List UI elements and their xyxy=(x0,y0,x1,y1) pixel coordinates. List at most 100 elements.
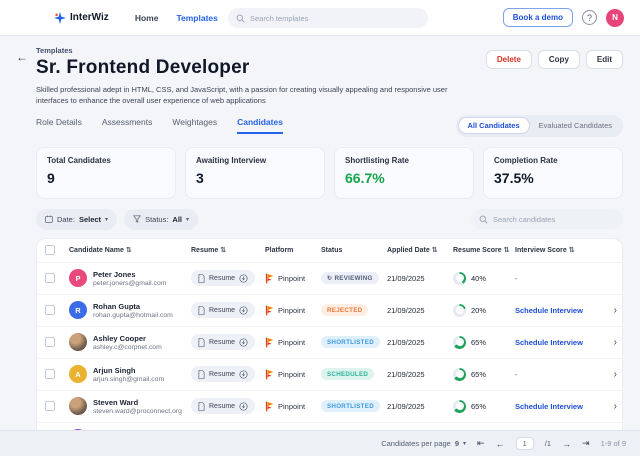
edit-button[interactable]: Edit xyxy=(585,50,623,69)
resume-score-cell: 65% xyxy=(453,399,515,413)
resume-chip[interactable]: Resume xyxy=(191,334,256,351)
col-applied-date[interactable]: Applied Date ⇅ xyxy=(387,246,453,254)
document-icon xyxy=(198,337,205,347)
next-page-icon[interactable]: → xyxy=(562,439,571,449)
table-row[interactable]: Ashley Cooper ashley.c@corpnet.com Resum… xyxy=(37,327,622,359)
date-filter-label: Date: xyxy=(57,214,75,224)
row-checkbox[interactable] xyxy=(45,401,55,412)
date-filter-value: Select xyxy=(78,214,102,224)
pinpoint-logo-icon xyxy=(265,401,274,412)
tab-candidates[interactable]: Candidates xyxy=(237,117,283,135)
resume-chip[interactable]: Resume xyxy=(191,270,256,287)
row-checkbox[interactable] xyxy=(45,337,55,348)
stat-total-candidates: Total Candidates 9 xyxy=(36,146,176,199)
date-filter-chip[interactable]: Date: Select ▾ xyxy=(36,208,118,230)
page-header: Templates Sr. Frontend Developer Skilled… xyxy=(0,36,640,107)
sparkle-logo-icon xyxy=(54,11,66,24)
stat-value: 66.7% xyxy=(345,169,385,186)
platform-cell: Pinpoint xyxy=(265,337,321,348)
download-icon[interactable] xyxy=(239,402,248,411)
col-resume-score[interactable]: Resume Score ⇅ xyxy=(453,246,515,254)
status-filter-chip[interactable]: Status: All ▾ xyxy=(124,208,199,230)
pagination-range: 1-9 of 9 xyxy=(600,439,626,448)
row-chevron-icon[interactable]: › xyxy=(603,305,617,316)
candidate-name: Ashley Cooper xyxy=(93,333,146,343)
table-row[interactable]: P Peter Jones peter.joners@gmail.com Res… xyxy=(37,263,622,295)
resume-score-donut xyxy=(453,367,466,381)
resume-score-cell: 40% xyxy=(453,271,515,285)
table-row[interactable]: A Arjun Singh arjun.singh@gmail.com Resu… xyxy=(37,359,622,391)
row-checkbox[interactable] xyxy=(45,273,55,284)
platform-label: Pinpoint xyxy=(278,305,306,315)
current-page-box[interactable]: 1 xyxy=(515,437,534,450)
resume-score-cell: 65% xyxy=(453,335,515,349)
segment-evaluated-candidates[interactable]: Evaluated Candidates xyxy=(530,118,621,133)
row-chevron-icon[interactable]: › xyxy=(603,401,617,412)
help-icon[interactable]: ? xyxy=(582,10,597,25)
download-icon[interactable] xyxy=(239,306,248,315)
candidate-cell: A Arjun Singh arjun.singh@gmail.com xyxy=(69,365,191,384)
status-filter-label: Status: xyxy=(145,214,169,224)
avatar: A xyxy=(69,365,87,384)
download-icon[interactable] xyxy=(239,338,248,347)
candidates-search-placeholder: Search candidates xyxy=(493,214,556,224)
sort-icon: ⇅ xyxy=(125,247,132,255)
resume-score-donut xyxy=(453,303,466,317)
templates-search-input[interactable]: Search templates xyxy=(228,8,428,28)
candidates-search-input[interactable]: Search candidates xyxy=(471,209,623,230)
calendar-icon xyxy=(45,215,53,223)
resume-chip-label: Resume xyxy=(209,338,236,346)
tab-weightages[interactable]: Weightages xyxy=(172,117,217,134)
first-page-icon[interactable]: ⇤ xyxy=(477,438,485,449)
col-interview-score[interactable]: Interview Score ⇅ xyxy=(515,246,603,254)
col-candidate-name[interactable]: Candidate Name ⇅ xyxy=(69,246,191,254)
pinpoint-logo-icon xyxy=(265,273,274,284)
per-page-select[interactable]: Candidates per page 9 ▾ xyxy=(381,439,466,448)
candidate-cell: Steven Ward steven.ward@proconnect.org xyxy=(69,397,191,416)
templates-search-placeholder: Search templates xyxy=(250,13,309,23)
resume-chip[interactable]: Resume xyxy=(191,366,256,383)
nav-item-templates[interactable]: Templates xyxy=(176,13,217,23)
download-icon[interactable] xyxy=(239,370,248,379)
platform-cell: Pinpoint xyxy=(265,401,321,412)
funnel-icon xyxy=(133,215,142,224)
breadcrumb[interactable]: Templates xyxy=(36,46,456,55)
nav-right: Book a demo ? N xyxy=(502,8,624,27)
applied-date: 21/09/2025 xyxy=(387,337,425,347)
row-checkbox[interactable] xyxy=(45,305,55,316)
col-resume[interactable]: Resume ⇅ xyxy=(191,246,265,254)
status-badge: SCHEDULED xyxy=(321,368,375,381)
brand-logo[interactable]: InterWiz xyxy=(54,11,109,24)
resume-chip-label: Resume xyxy=(209,306,236,314)
user-avatar[interactable]: N xyxy=(606,8,624,27)
select-all-checkbox[interactable] xyxy=(45,245,55,256)
candidates-table: Candidate Name ⇅ Resume ⇅ Platform Statu… xyxy=(36,237,623,456)
copy-button[interactable]: Copy xyxy=(537,50,580,69)
tab-assessments[interactable]: Assessments xyxy=(102,117,153,134)
tab-role-details[interactable]: Role Details xyxy=(36,117,82,134)
prev-page-icon[interactable]: ← xyxy=(496,439,505,449)
table-row[interactable]: Steven Ward steven.ward@proconnect.org R… xyxy=(37,391,622,423)
table-row[interactable]: R Rohan Gupta rohan.gupta@hotmail.com Re… xyxy=(37,295,622,327)
book-a-demo-button[interactable]: Book a demo xyxy=(502,8,573,27)
last-page-icon[interactable]: ⇥ xyxy=(582,438,590,449)
sort-icon: ⇅ xyxy=(503,247,510,255)
chevron-down-icon: ▾ xyxy=(105,216,109,223)
nav-item-home[interactable]: Home xyxy=(135,13,159,23)
resume-chip[interactable]: Resume xyxy=(191,398,256,415)
platform-cell: Pinpoint xyxy=(265,273,321,284)
applied-date: 21/09/2025 xyxy=(387,401,425,411)
back-arrow-icon[interactable]: ← xyxy=(16,50,28,64)
stat-completion-rate: Completion Rate 37.5% xyxy=(483,146,623,199)
page-description: Skilled professional adept in HTML, CSS,… xyxy=(36,85,448,105)
status-badge: ↻ REVIEWING xyxy=(321,272,379,285)
top-navbar: InterWiz Home Templates Interviews Searc… xyxy=(0,0,640,36)
row-checkbox[interactable] xyxy=(45,369,55,380)
row-chevron-icon[interactable]: › xyxy=(603,369,617,380)
download-icon[interactable] xyxy=(239,274,248,283)
resume-chip[interactable]: Resume xyxy=(191,302,256,319)
delete-button[interactable]: Delete xyxy=(485,50,532,69)
resume-score-value: 65% xyxy=(471,337,487,347)
row-chevron-icon[interactable]: › xyxy=(603,337,617,348)
segment-all-candidates[interactable]: All Candidates xyxy=(457,117,530,135)
